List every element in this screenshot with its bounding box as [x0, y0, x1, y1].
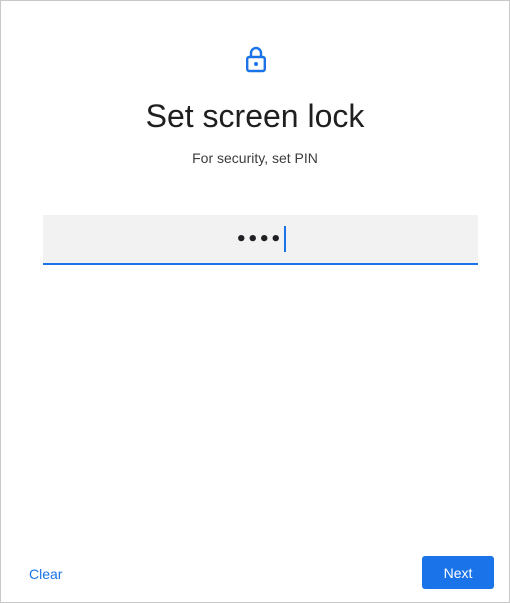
lock-icon	[246, 46, 267, 73]
page-title: Set screen lock	[145, 98, 365, 134]
pin-input[interactable]: ••••	[43, 215, 478, 265]
pin-input-value-wrap[interactable]: ••••	[43, 215, 478, 263]
pin-masked-value: ••••	[235, 228, 282, 250]
next-button[interactable]: Next	[422, 556, 494, 589]
page-subtitle: For security, set PIN	[192, 150, 318, 166]
clear-button[interactable]: Clear	[29, 565, 62, 583]
text-cursor	[283, 226, 286, 252]
screen-lock-setup-page: Set screen lock For security, set PIN ••…	[0, 0, 510, 603]
